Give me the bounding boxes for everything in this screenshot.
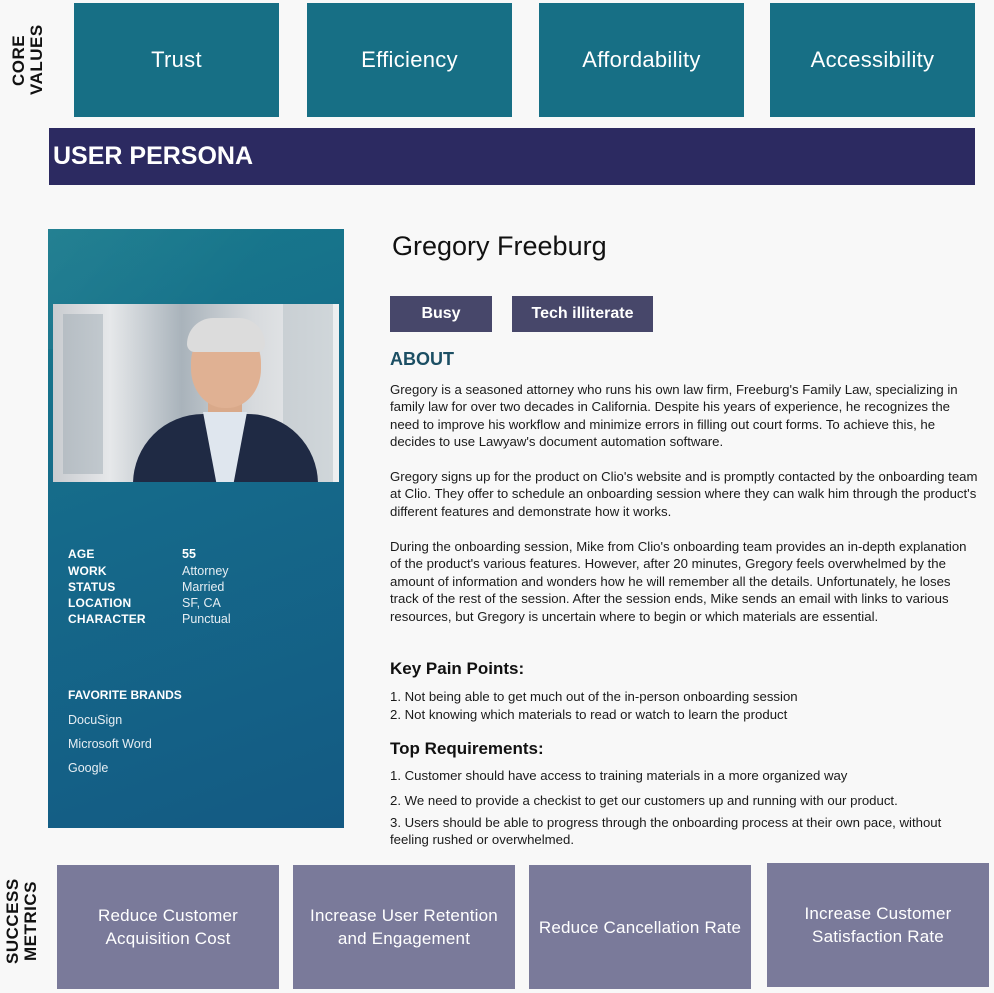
detail-status-value: Married (182, 580, 225, 594)
profile-card: AGE 55 WORK Attorney STATUS Married LOCA… (48, 229, 344, 828)
core-value-efficiency: Efficiency (307, 3, 512, 117)
detail-age-value: 55 (182, 547, 196, 561)
detail-character-value: Punctual (182, 612, 231, 626)
brand-item: Google (68, 761, 109, 775)
tag-busy: Busy (390, 296, 492, 332)
user-persona-banner: USER PERSONA (49, 128, 975, 185)
detail-work-value: Attorney (182, 564, 229, 578)
about-paragraph: During the onboarding session, Mike from… (390, 539, 967, 624)
detail-character-key: CHARACTER (68, 612, 146, 626)
pain-points-heading: Key Pain Points: (390, 659, 525, 678)
detail-location-key: LOCATION (68, 596, 132, 610)
requirement-item: 3. Users should be able to progress thro… (390, 815, 942, 847)
success-metrics-label: SUCCESS METRICS (3, 878, 40, 964)
core-value-accessibility: Accessibility (770, 3, 975, 117)
user-persona-title: USER PERSONA (53, 142, 254, 170)
about-heading: ABOUT (390, 349, 454, 369)
about-paragraph: Gregory is a seasoned attorney who runs … (390, 382, 958, 450)
requirement-item: 1. Customer should have access to traini… (390, 768, 848, 783)
requirements-heading: Top Requirements: (390, 739, 544, 758)
about-paragraph: Gregory signs up for the product on Clio… (390, 469, 978, 519)
pain-point-item: 1. Not being able to get much out of the… (390, 689, 798, 704)
brand-item: Microsoft Word (68, 737, 152, 751)
detail-status-key: STATUS (68, 580, 116, 594)
detail-age-key: AGE (68, 547, 95, 561)
core-value-trust: Trust (74, 3, 279, 117)
metric-increase-satisfaction: Increase Customer Satisfaction Rate (767, 863, 989, 987)
tag-tech-illiterate: Tech illiterate (512, 296, 653, 332)
metric-reduce-acquisition-cost: Reduce Customer Acquisition Cost (57, 865, 279, 989)
core-value-affordability: Affordability (539, 3, 744, 117)
detail-work-key: WORK (68, 564, 107, 578)
persona-name: Gregory Freeburg (392, 231, 607, 261)
metric-increase-retention: Increase User Retention and Engagement (293, 865, 515, 989)
pain-point-item: 2. Not knowing which materials to read o… (390, 707, 788, 722)
core-values-label: CORE VALUES (9, 24, 46, 96)
requirement-item: 2. We need to provide a checkist to get … (390, 793, 898, 808)
profile-photo (53, 304, 339, 482)
detail-location-value: SF, CA (182, 596, 221, 610)
favorite-brands-title: FAVORITE BRANDS (68, 688, 182, 702)
metric-reduce-cancellation: Reduce Cancellation Rate (529, 865, 751, 989)
brand-item: DocuSign (68, 713, 123, 727)
